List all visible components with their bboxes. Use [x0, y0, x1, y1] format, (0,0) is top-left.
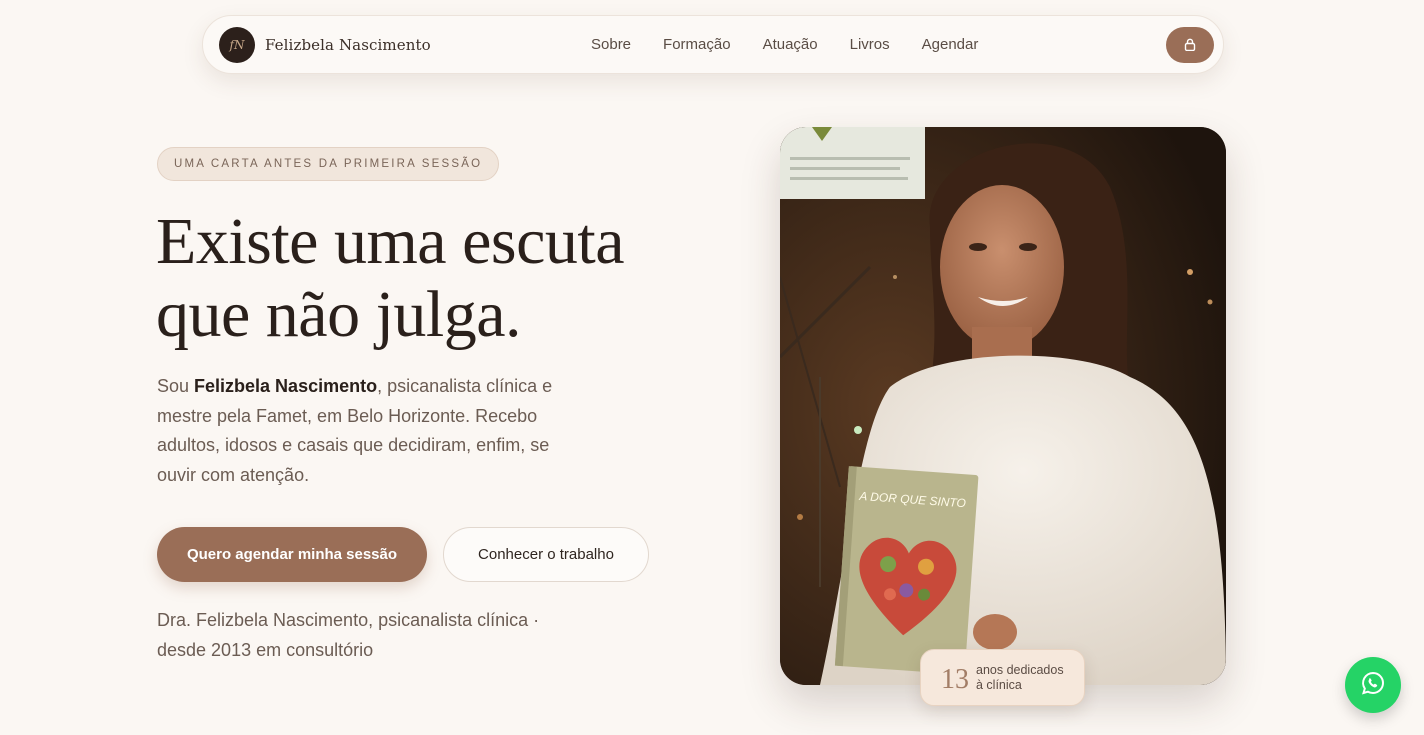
- badge-text-line-2: à clínica: [976, 678, 1022, 692]
- nav-link-formacao[interactable]: Formação: [663, 36, 731, 53]
- nav-link-livros[interactable]: Livros: [850, 36, 890, 53]
- hero-credit: Dra. Felizbela Nascimento, psicanalista …: [157, 606, 577, 665]
- whatsapp-icon: [1360, 670, 1386, 700]
- badge-text: anos dedicados à clínica: [976, 663, 1076, 693]
- hero-headline-line-1: Existe uma escuta: [156, 205, 625, 278]
- badge-number: 13: [941, 664, 969, 695]
- hero-intro: Sou Felizbela Nascimento, psicanalista c…: [157, 372, 587, 491]
- nav-link-agendar[interactable]: Agendar: [922, 36, 979, 53]
- intro-prefix: Sou: [157, 376, 195, 396]
- hero-headline: Existe uma escuta que não julga.: [156, 205, 716, 351]
- brand-logo[interactable]: fN: [219, 27, 255, 63]
- lock-icon: [1184, 36, 1196, 55]
- learn-more-button[interactable]: Conhecer o trabalho: [443, 527, 649, 582]
- years-experience-badge: 13 anos dedicados à clínica: [920, 649, 1085, 706]
- credit-line-1: Dra. Felizbela Nascimento, psicanalista …: [157, 610, 540, 630]
- hero-headline-line-2: que não julga.: [156, 278, 522, 351]
- credit-line-2: desde 2013 em consultório: [157, 639, 374, 660]
- schedule-session-button[interactable]: Quero agendar minha sessão: [157, 527, 427, 582]
- portrait-photo: A DOR QUE SINTO: [780, 127, 1226, 685]
- login-button[interactable]: [1166, 27, 1214, 63]
- brand-name[interactable]: Felizbela Nascimento: [265, 36, 431, 54]
- badge-text-line-1: anos dedicados: [976, 663, 1064, 677]
- intro-name: Felizbela Nascimento: [194, 376, 378, 396]
- nav-links: Sobre Formação Atuação Livros Agendar: [591, 36, 1010, 53]
- nav-link-atuacao[interactable]: Atuação: [763, 36, 818, 53]
- whatsapp-button[interactable]: [1345, 657, 1401, 713]
- nav-link-sobre[interactable]: Sobre: [591, 36, 631, 53]
- hero-eyebrow-badge: UMA CARTA ANTES DA PRIMEIRA SESSÃO: [157, 147, 500, 181]
- top-navbar: fN Felizbela Nascimento Sobre Formação A…: [202, 15, 1224, 74]
